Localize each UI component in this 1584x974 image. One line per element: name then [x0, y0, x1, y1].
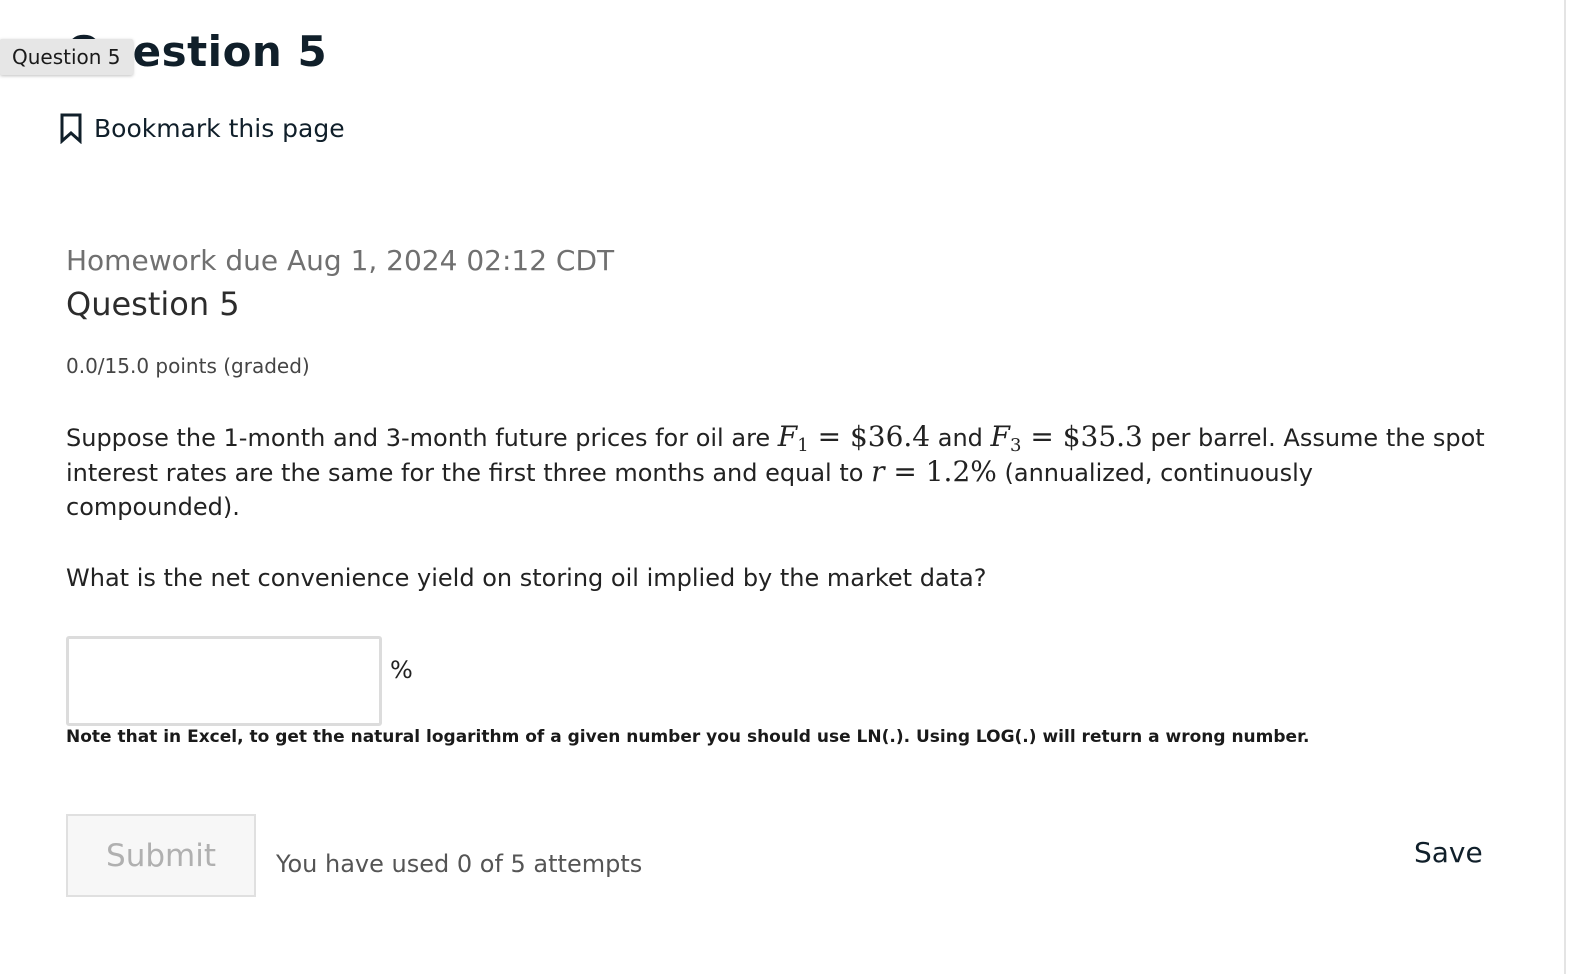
question-title: Question 5	[66, 285, 240, 323]
f1-expression: F1 = $36.4	[777, 420, 931, 456]
unit-label: %	[390, 656, 413, 684]
question-text: What is the net convenience yield on sto…	[66, 564, 987, 592]
save-button[interactable]: Save	[1404, 834, 1493, 871]
points-status: 0.0/15.0 points (graded)	[66, 354, 310, 378]
bookmark-label: Bookmark this page	[94, 113, 345, 143]
prompt-text: and	[930, 424, 991, 452]
prompt-text: Suppose the 1-month and 3-month future p…	[66, 424, 778, 452]
attempts-counter: You have used 0 of 5 attempts	[276, 850, 643, 878]
page-tooltip: Question 5	[0, 39, 133, 75]
due-date: Homework due Aug 1, 2024 02:12 CDT	[66, 244, 615, 277]
problem-statement: Suppose the 1-month and 3-month future p…	[66, 420, 1486, 524]
bookmark-button[interactable]: Bookmark this page	[58, 112, 345, 144]
excel-note: Note that in Excel, to get the natural l…	[66, 727, 1310, 747]
answer-input[interactable]	[66, 636, 382, 726]
submit-button[interactable]: Submit	[66, 814, 256, 897]
scrollbar[interactable]	[1564, 0, 1566, 974]
rate-expression: r = 1.2%	[871, 455, 997, 488]
bookmark-icon	[58, 112, 94, 144]
f3-expression: F3 = $35.3	[990, 420, 1143, 456]
